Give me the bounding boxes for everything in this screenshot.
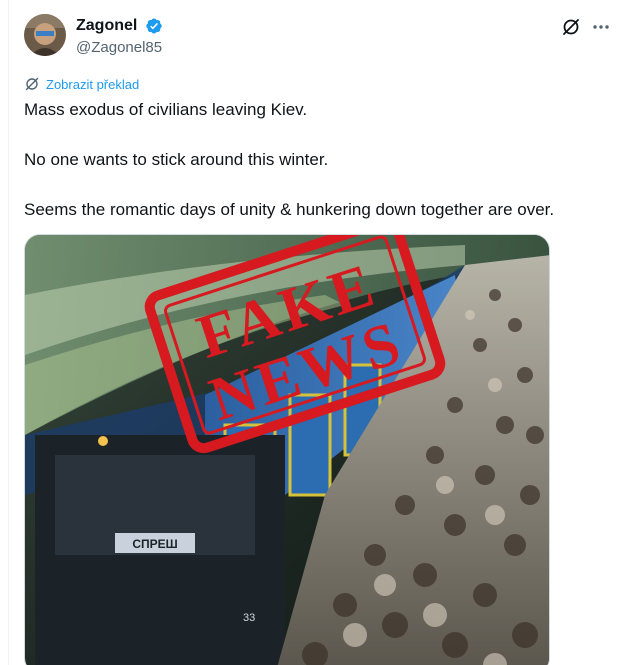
tweet-line-2: No one wants to stick around this winter… bbox=[24, 150, 329, 169]
tweet-header: Zagonel @Zagonel85 bbox=[24, 14, 614, 58]
tweet-line-1: Mass exodus of civilians leaving Kiev. bbox=[24, 100, 308, 119]
translate-label[interactable]: Zobrazit překlad bbox=[46, 77, 139, 92]
translate-link[interactable]: Zobrazit překlad bbox=[24, 76, 139, 92]
verified-badge-icon bbox=[146, 18, 162, 34]
train-sign: СПРЕШ bbox=[132, 537, 177, 551]
media-image: СПРЕШ 33 FAKE NEWS bbox=[25, 235, 549, 665]
author-display-name[interactable]: Zagonel bbox=[76, 16, 137, 36]
train-number: 33 bbox=[243, 612, 255, 624]
translate-icon bbox=[25, 77, 39, 91]
avatar[interactable] bbox=[24, 14, 66, 56]
tweet-text: Mass exodus of civilians leaving Kiev. N… bbox=[24, 98, 614, 222]
more-icon[interactable] bbox=[590, 16, 612, 38]
grok-icon[interactable] bbox=[560, 16, 582, 38]
tweet-media[interactable]: СПРЕШ 33 FAKE NEWS bbox=[24, 234, 550, 665]
timeline-divider bbox=[8, 0, 9, 665]
author-handle[interactable]: @Zagonel85 bbox=[76, 38, 163, 58]
author-names: Zagonel @Zagonel85 bbox=[76, 16, 163, 58]
tweet-line-3: Seems the romantic days of unity & hunke… bbox=[24, 200, 555, 219]
